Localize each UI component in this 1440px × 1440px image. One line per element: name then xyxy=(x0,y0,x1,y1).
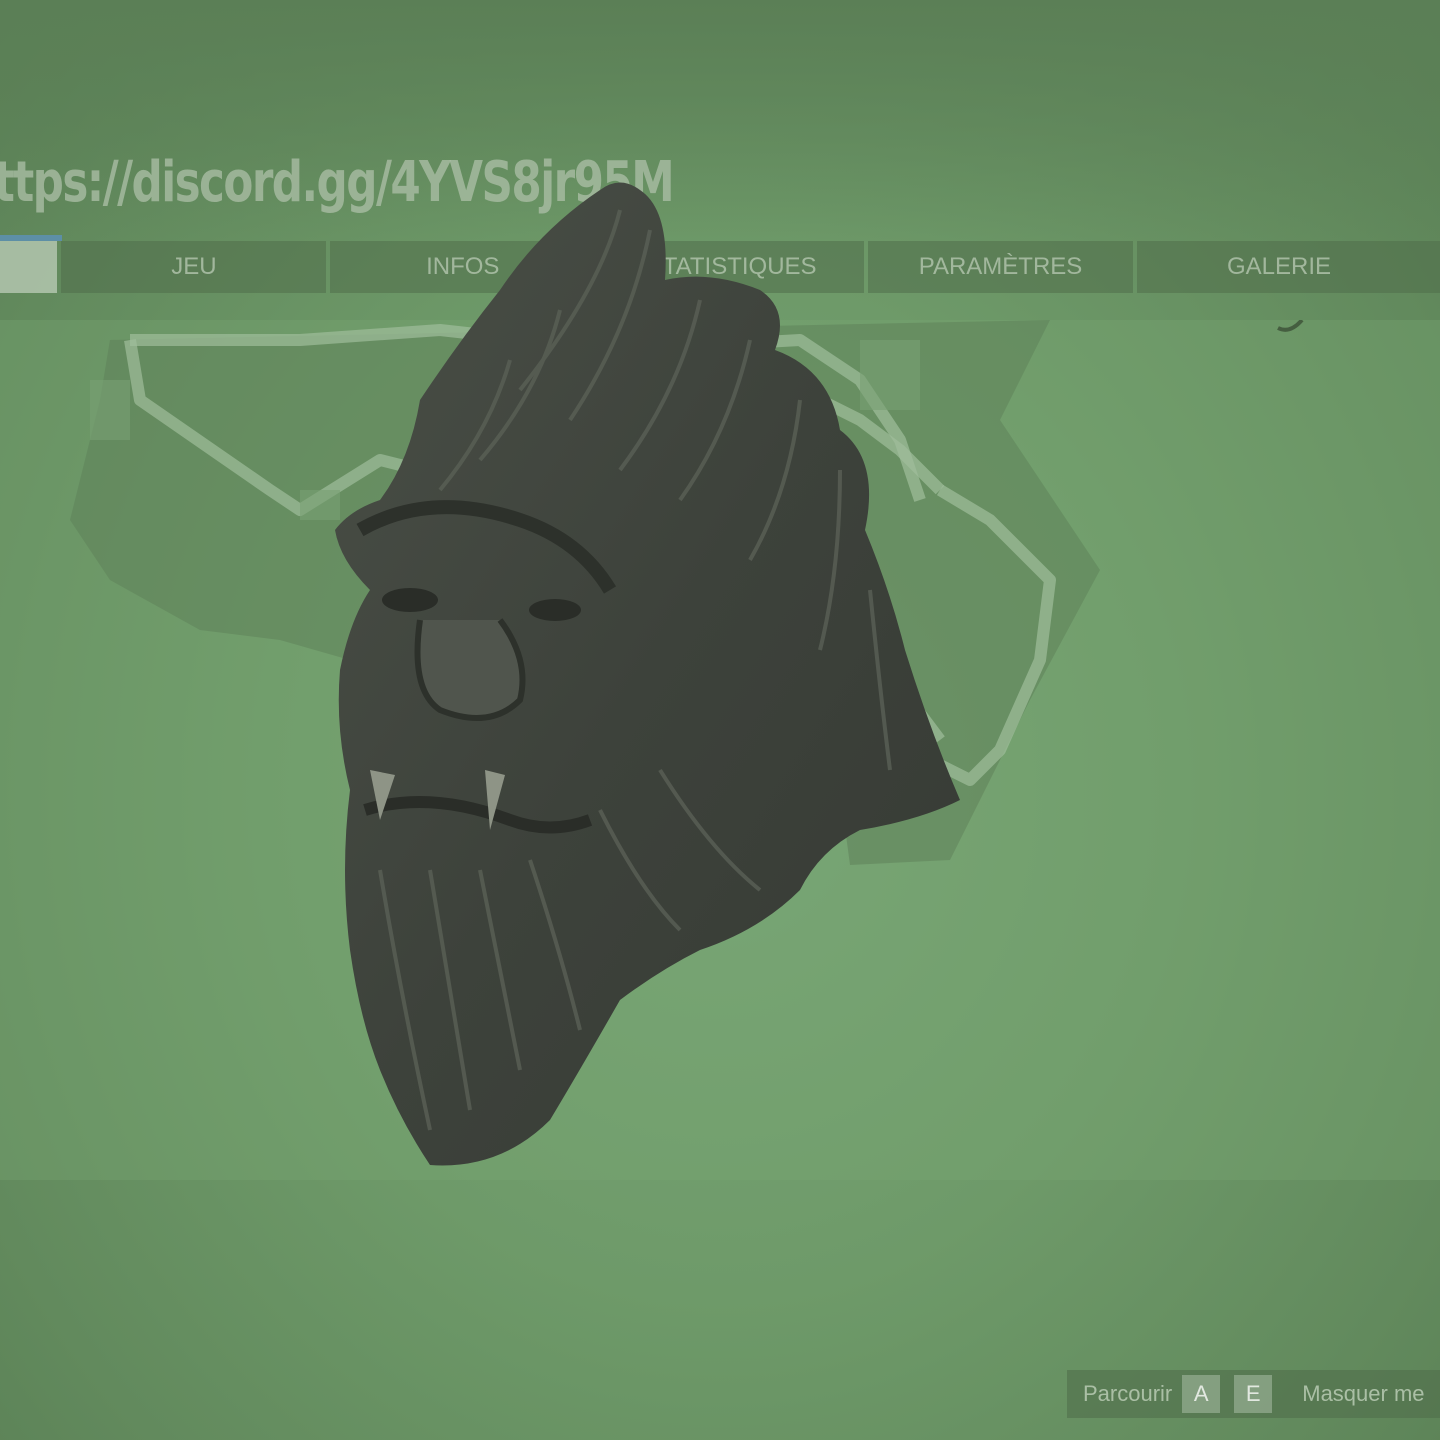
browse-label: Parcourir xyxy=(1083,1381,1173,1406)
tab-galerie[interactable]: GALERIE xyxy=(1136,241,1440,293)
bigfoot-mask-icon xyxy=(335,182,960,1166)
tab-jeu[interactable]: JEU xyxy=(61,241,327,293)
tab-map[interactable] xyxy=(0,235,63,293)
pause-menu-screen: ttps://discord.gg/4YVS8jr95M JEU INFOS S… xyxy=(0,0,1440,1440)
key-e-button[interactable]: E xyxy=(1234,1375,1273,1413)
key-a-button[interactable]: A xyxy=(1182,1375,1221,1413)
hide-menu-label[interactable]: Masquer me xyxy=(1272,1381,1424,1407)
help-bar: Parcourir A E Masquer me xyxy=(1067,1370,1440,1418)
